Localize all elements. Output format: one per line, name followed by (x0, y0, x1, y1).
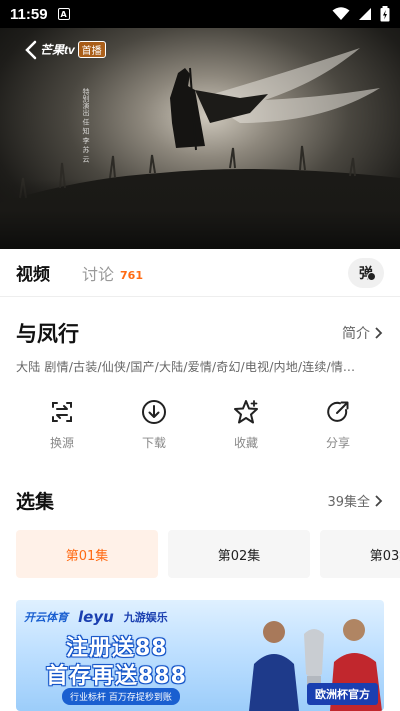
wifi-icon (332, 7, 350, 20)
signal-icon (359, 8, 371, 20)
all-episodes-label: 39集全 (327, 495, 370, 510)
ad-brand-1: 开云体育 (24, 611, 68, 624)
detail-tabs: 视频 讨论 761 弹 (0, 249, 400, 297)
share-icon (327, 401, 349, 422)
ad-logos: 开云体育 leyu 九游娱乐 (24, 608, 168, 626)
credit-line: 李 (82, 136, 90, 144)
episode-item[interactable]: 第02集 (168, 530, 310, 578)
video-credits: 特别演出 任 知 李 苏 云 (80, 88, 92, 162)
swap-source-icon (52, 402, 72, 422)
chevron-right-icon (375, 327, 383, 339)
ad-pill: 行业标杆 百万存提秒到账 (62, 688, 180, 705)
favorite-button[interactable]: 收藏 (200, 398, 292, 464)
share-button[interactable]: 分享 (292, 398, 384, 464)
sim-indicator-icon: A (57, 8, 70, 20)
discuss-count-badge: 761 (120, 269, 143, 282)
ad-headline-2: 首存再送888 (46, 664, 187, 689)
channel-logo: 芒果tv 首播 (40, 40, 106, 58)
status-bar: 11:59 A (0, 0, 400, 28)
status-icons (332, 6, 390, 22)
episode-item[interactable]: 第03集 (320, 530, 400, 578)
intro-link[interactable]: 简介 (342, 323, 384, 343)
action-label: 分享 (325, 436, 350, 450)
intro-label: 简介 (342, 326, 370, 342)
episode-item[interactable]: 第01集 (16, 530, 158, 578)
ad-banner[interactable]: 开云体育 leyu 九游娱乐 注册送88 首存再送888 行业标杆 百万存提秒到… (16, 600, 384, 711)
show-tags: 大陆 剧情/古装/仙侠/国产/大陆/爱情/奇幻/电视/内地/连续/情... (16, 360, 356, 374)
episode-list: 第01集 第02集 第03集 (16, 530, 400, 578)
danmaku-status-icon (367, 271, 376, 281)
download-icon (142, 400, 166, 424)
episode-header: 选集 39集全 (16, 487, 384, 514)
tab-discuss[interactable]: 讨论 (82, 261, 114, 285)
credit-line: 云 (82, 155, 90, 163)
action-label: 下载 (141, 436, 166, 450)
credit-line: 任 (82, 118, 90, 126)
chevron-right-icon (375, 494, 383, 507)
credit-line: 知 (82, 127, 90, 135)
action-bar: 换源 下载 收藏 分享 (16, 398, 384, 464)
ad-brand-2: leyu (78, 608, 114, 626)
star-icon (234, 400, 258, 424)
danmaku-toggle-button[interactable]: 弹 (348, 257, 384, 288)
all-episodes-link[interactable]: 39集全 (327, 491, 384, 510)
status-time: 11:59 (10, 5, 48, 23)
title-row: 与凤行 简介 (16, 318, 384, 348)
video-ground-shade (0, 179, 400, 249)
download-button[interactable]: 下载 (108, 398, 200, 464)
channel-brand: 芒果tv (40, 42, 75, 57)
credit-line: 苏 (82, 145, 90, 153)
channel-tag: 首播 (77, 40, 106, 58)
video-player[interactable]: 芒果tv 首播 特别演出 任 知 李 苏 云 (0, 28, 400, 249)
swap-source-button[interactable]: 换源 (16, 398, 108, 464)
tab-video[interactable]: 视频 (16, 260, 50, 285)
credit-line: 特别演出 (82, 88, 90, 116)
episode-section-title: 选集 (16, 491, 55, 513)
action-label: 换源 (49, 436, 74, 450)
ad-brand-3: 九游娱乐 (123, 611, 168, 624)
action-label: 收藏 (233, 436, 258, 450)
show-title: 与凤行 (16, 322, 79, 346)
ad-cta-button[interactable]: 欧洲杯官方 (307, 683, 378, 705)
battery-icon (380, 6, 390, 22)
